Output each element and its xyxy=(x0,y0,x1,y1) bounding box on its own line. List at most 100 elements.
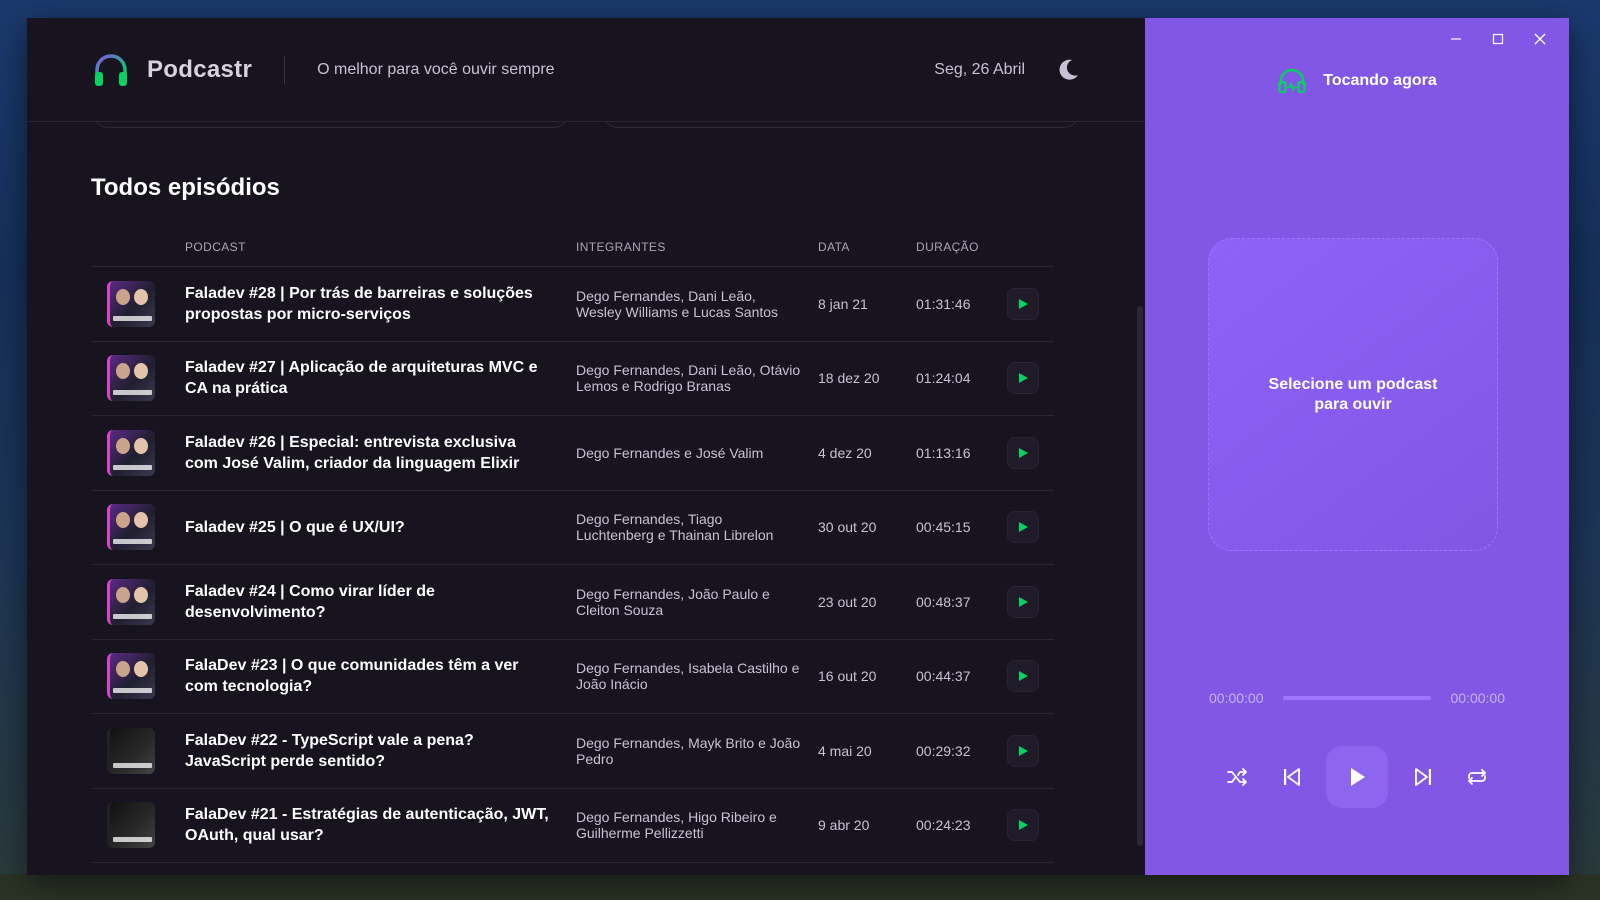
table-header-row: PODCAST INTEGRANTES DATA DURAÇÃO xyxy=(91,240,1054,267)
play-icon xyxy=(1019,671,1028,682)
episode-thumbnail[interactable] xyxy=(107,280,155,327)
close-icon xyxy=(1534,33,1546,45)
episode-duration: 01:31:46 xyxy=(916,266,1007,342)
episode-title-link[interactable]: Faladev #24 | Como virar líder de desenv… xyxy=(185,583,435,621)
play-icon xyxy=(1019,820,1028,831)
episode-thumbnail[interactable] xyxy=(107,429,155,476)
shuffle-icon xyxy=(1227,768,1247,786)
episode-thumbnail[interactable] xyxy=(107,802,155,849)
play-episode-button[interactable] xyxy=(1007,809,1039,842)
current-time: 00:00:00 xyxy=(1209,690,1264,706)
play-episode-button[interactable] xyxy=(1007,660,1039,693)
scrollbar[interactable] xyxy=(1137,306,1143,846)
table-row: FalaDev #21 - Estratégias de autenticaçã… xyxy=(91,788,1054,863)
episode-duration: 00:44:37 xyxy=(916,639,1007,714)
table-row: Faladev #24 | Como virar líder de desenv… xyxy=(91,564,1054,640)
window-controls xyxy=(1435,24,1561,54)
episode-duration: 01:13:16 xyxy=(916,415,1007,491)
table-row: Faladev #28 | Por trás de barreiras e so… xyxy=(91,266,1054,342)
table-row: Faladev #25 | O que é UX/UI? Dego Fernan… xyxy=(91,490,1054,565)
episode-duration: 00:24:23 xyxy=(916,788,1007,863)
current-date: Seg, 26 Abril xyxy=(934,60,1025,78)
play-button[interactable] xyxy=(1326,746,1388,808)
repeat-button[interactable] xyxy=(1457,757,1497,797)
total-time: 00:00:00 xyxy=(1450,690,1506,706)
empty-player-message: Selecione um podcast para ouvir xyxy=(1268,375,1438,413)
close-button[interactable] xyxy=(1519,24,1561,54)
table-row: FalaDev #22 - TypeScript vale a pena? Ja… xyxy=(91,713,1054,789)
previous-icon xyxy=(1283,768,1300,786)
episode-date: 9 abr 20 xyxy=(818,788,916,863)
play-episode-button[interactable] xyxy=(1007,287,1039,320)
episode-title-link[interactable]: Faladev #28 | Por trás de barreiras e so… xyxy=(185,285,533,323)
empty-player-placeholder: Selecione um podcast para ouvir xyxy=(1208,238,1498,551)
now-playing-title: Tocando agora xyxy=(1323,72,1437,89)
play-episode-button[interactable] xyxy=(1007,511,1039,544)
moon-icon[interactable] xyxy=(1055,57,1081,83)
episode-date: 8 jan 21 xyxy=(818,266,916,342)
shuffle-button[interactable] xyxy=(1217,757,1257,797)
episode-thumbnail[interactable] xyxy=(107,653,155,700)
play-episode-button[interactable] xyxy=(1007,436,1039,469)
episode-thumbnail[interactable] xyxy=(107,504,155,551)
play-icon xyxy=(1019,745,1028,756)
episode-duration: 00:29:32 xyxy=(916,713,1007,789)
header-date: DATA xyxy=(818,240,916,267)
episode-title-link[interactable]: FalaDev #23 | O que comunidades têm a ve… xyxy=(185,657,519,695)
app-window: Podcastr O melhor para você ouvir sempre… xyxy=(27,18,1569,875)
episode-thumbnail[interactable] xyxy=(107,355,155,402)
episode-title-link[interactable]: Faladev #27 | Aplicação de arquiteturas … xyxy=(185,359,537,397)
episode-title-link[interactable]: FalaDev #22 - TypeScript vale a pena? Ja… xyxy=(185,732,474,770)
episode-members: Dego Fernandes, Mayk Brito e João Pedro xyxy=(576,734,801,767)
episode-date: 18 dez 20 xyxy=(818,341,916,416)
episode-title-link[interactable]: Faladev #26 | Especial: entrevista exclu… xyxy=(185,434,519,472)
all-episodes-section: Todos episódios PODCAST INTEGRANTES DATA… xyxy=(27,122,1145,863)
play-episode-button[interactable] xyxy=(1007,585,1039,618)
episodes-table: PODCAST INTEGRANTES DATA DURAÇÃO Faladev… xyxy=(91,240,1054,863)
desktop-background xyxy=(0,874,1600,900)
episode-members: Dego Fernandes, Dani Leão, Wesley Willia… xyxy=(576,287,779,320)
section-title: Todos episódios xyxy=(91,174,280,201)
main-area: Podcastr O melhor para você ouvir sempre… xyxy=(27,18,1145,875)
header-thumb xyxy=(91,240,185,267)
play-icon xyxy=(1019,596,1028,607)
table-row: Faladev #26 | Especial: entrevista exclu… xyxy=(91,415,1054,491)
next-button[interactable] xyxy=(1403,757,1443,797)
repeat-icon xyxy=(1468,769,1486,785)
minimize-icon xyxy=(1451,38,1461,40)
episode-duration: 01:24:04 xyxy=(916,341,1007,416)
play-episode-button[interactable] xyxy=(1007,734,1039,767)
player-header: Tocando agora xyxy=(1145,66,1569,96)
play-icon xyxy=(1019,447,1028,458)
episode-title-link[interactable]: Faladev #25 | O que é UX/UI? xyxy=(185,519,405,536)
player-controls xyxy=(1217,746,1497,808)
play-episode-button[interactable] xyxy=(1007,362,1039,395)
episode-date: 23 out 20 xyxy=(818,564,916,640)
previous-button[interactable] xyxy=(1272,757,1312,797)
maximize-icon xyxy=(1492,33,1504,45)
header-podcast: PODCAST xyxy=(185,240,576,267)
maximize-button[interactable] xyxy=(1477,24,1519,54)
header-members: INTEGRANTES xyxy=(576,240,818,267)
headphones-icon xyxy=(1278,68,1306,94)
play-icon xyxy=(1351,768,1365,786)
player-panel: Tocando agora Selecione um podcast para … xyxy=(1145,18,1569,875)
headphones-logo-icon xyxy=(95,53,127,86)
minimize-button[interactable] xyxy=(1435,24,1477,54)
play-icon xyxy=(1019,522,1028,533)
episode-members: Dego Fernandes, Tiago Luchtenberg e Thai… xyxy=(576,511,774,544)
episode-members: Dego Fernandes, Isabela Castilho e João … xyxy=(576,660,800,693)
episode-date: 4 mai 20 xyxy=(818,713,916,789)
episode-thumbnail[interactable] xyxy=(107,727,155,774)
episode-title-link[interactable]: FalaDev #21 - Estratégias de autenticaçã… xyxy=(185,806,549,844)
tagline: O melhor para você ouvir sempre xyxy=(317,60,555,78)
episode-thumbnail[interactable] xyxy=(107,578,155,625)
episode-members: Dego Fernandes, Higo Ribeiro e Guilherme… xyxy=(576,809,777,842)
header-divider xyxy=(284,55,286,84)
brand-name: Podcastr xyxy=(147,55,253,83)
progress-track[interactable] xyxy=(1283,696,1431,700)
episode-members: Dego Fernandes e José Valim xyxy=(576,444,764,461)
table-row: Faladev #27 | Aplicação de arquiteturas … xyxy=(91,341,1054,416)
episode-members: Dego Fernandes, Dani Leão, Otávio Lemos … xyxy=(576,362,801,395)
episode-duration: 00:45:15 xyxy=(916,490,1007,565)
